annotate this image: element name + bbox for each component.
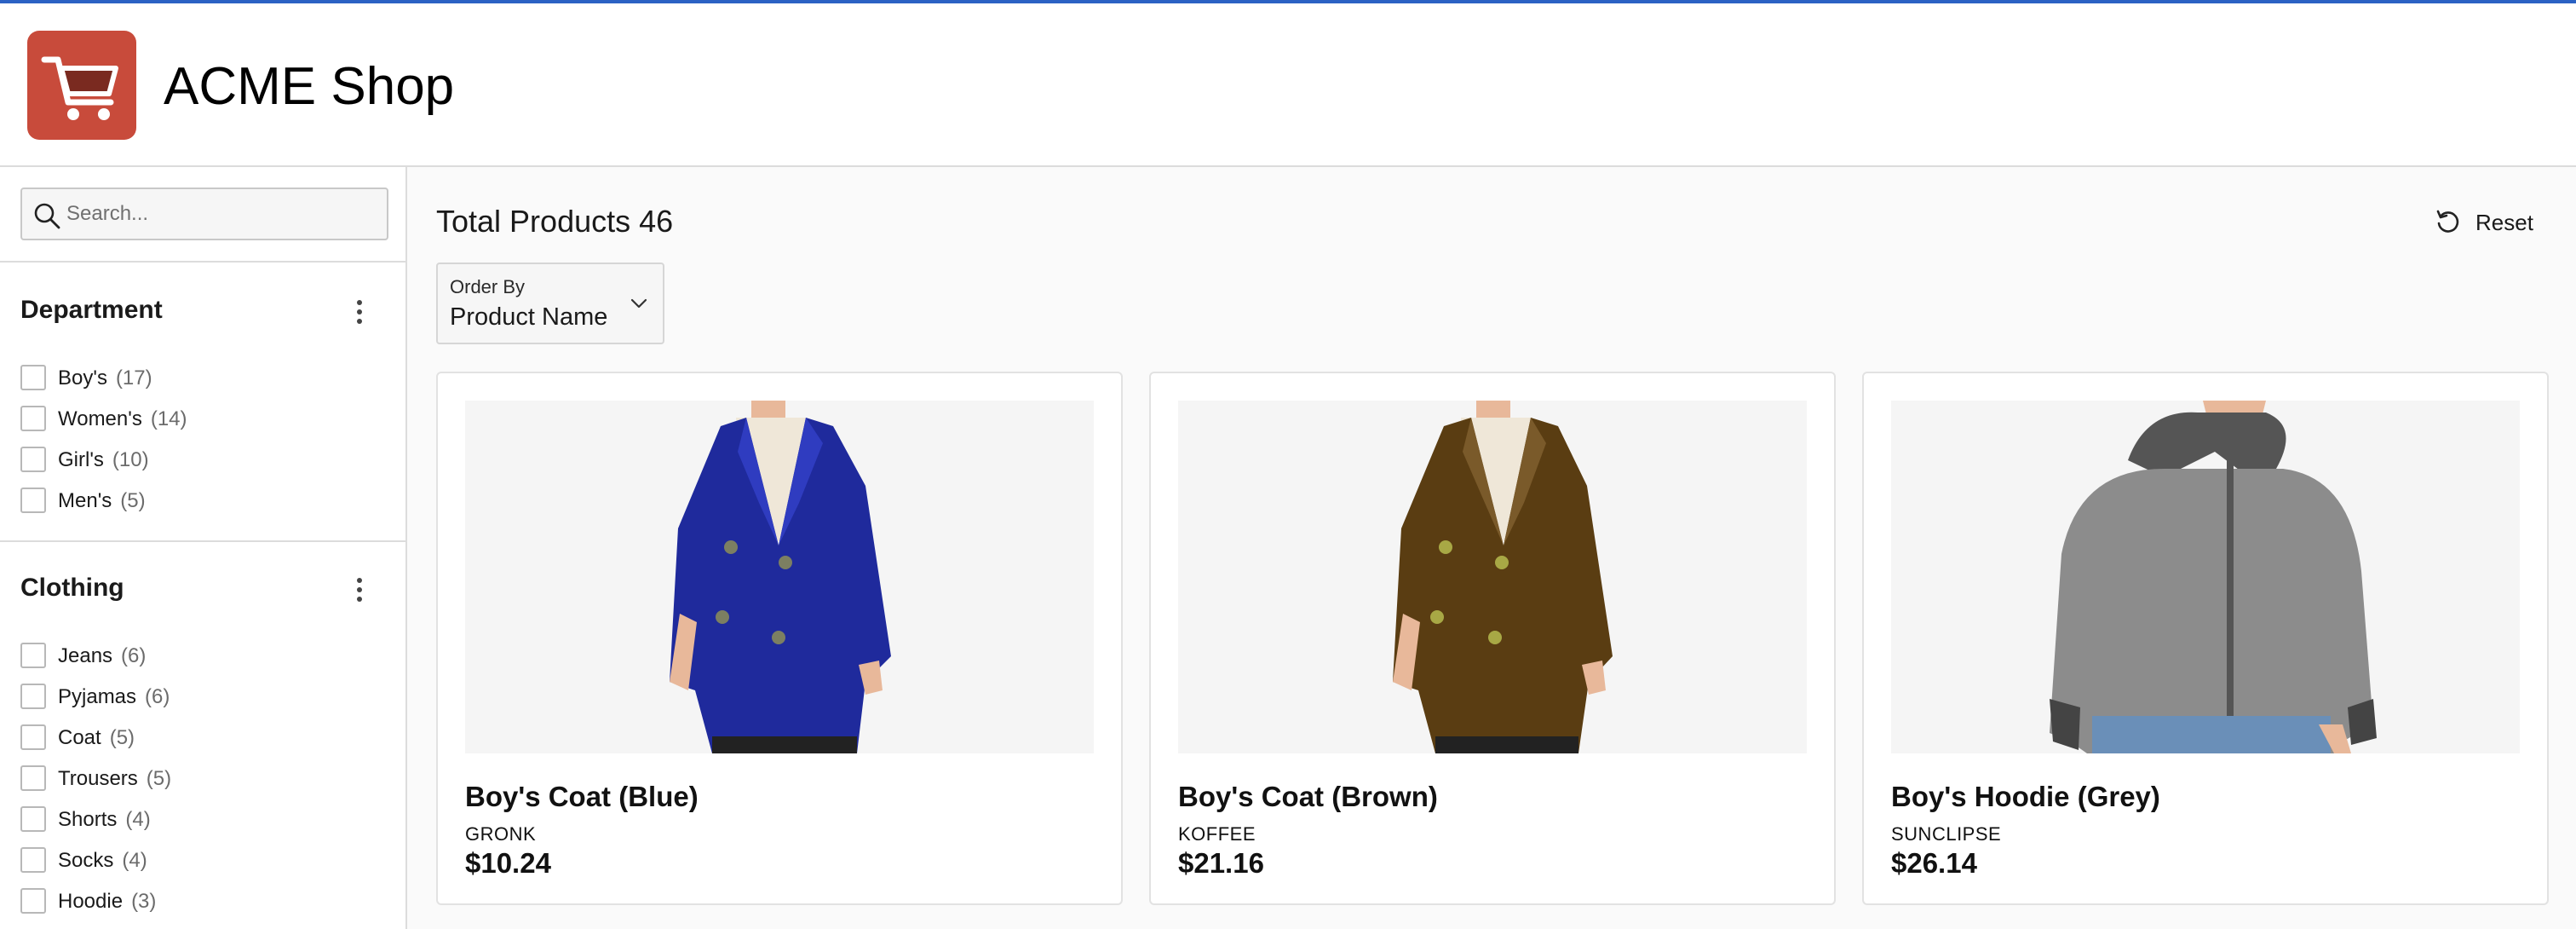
reset-label: Reset [2475,210,2533,235]
facet-option-count: (5) [120,489,146,512]
product-card[interactable]: Boy's Coat (Blue) GRONK $10.24 [436,372,1123,905]
facet-option-label: Trousers [58,767,138,790]
facet-option-count: (5) [109,726,135,749]
app-logo[interactable] [27,31,136,140]
checkbox[interactable] [20,406,46,431]
order-by-select[interactable]: Order By Product Name [436,263,664,344]
shopping-cart-icon [41,56,118,120]
clothing-menu-icon[interactable] [344,573,375,607]
facet-option-label: Coat [58,726,101,749]
reset-icon [2436,210,2459,233]
chevron-down-icon [630,298,647,309]
checkbox[interactable] [20,488,46,513]
app-header: ACME Shop [0,3,2576,167]
product-card[interactable]: Boy's Hoodie (Grey) SUNCLIPSE $26.14 [1862,372,2549,905]
total-products-heading: Total Products 46 [436,204,674,239]
checkbox[interactable] [20,447,46,472]
facet-option-label: Boy's [58,366,107,389]
facet-option-count: (4) [125,808,151,831]
search-input[interactable] [66,196,373,232]
facet-option-label: Shorts [58,808,118,831]
product-price: $21.16 [1178,847,1264,879]
product-name[interactable]: Boy's Coat (Blue) [465,781,699,813]
facet-option-label: Girl's [58,448,104,471]
facet-option-label: Men's [58,489,112,512]
product-card[interactable]: Boy's Coat (Brown) KOFFEE $21.16 [1149,372,1836,905]
product-brand: SUNCLIPSE [1891,823,2002,845]
reset-button[interactable]: Reset [2435,205,2545,239]
facet-option-label: Hoodie [58,890,124,913]
product-price: $10.24 [465,847,551,879]
blue-coat-image[interactable] [465,401,1094,753]
filter-sidebar: Department Boy's (17) Women's (14) Girl's (… [0,167,407,929]
brown-coat-image[interactable] [1178,401,1807,753]
app-title: ACME Shop [164,57,455,116]
search-icon [34,203,60,229]
department-menu-icon[interactable] [344,295,375,329]
checkbox[interactable] [20,888,46,914]
grey-hoodie-image[interactable] [1891,401,2520,753]
facet-option-count: (17) [115,366,152,389]
product-results: Total Products 46 Reset Order By Product… [407,167,2576,929]
product-price: $26.14 [1891,847,1977,879]
facet-option-count: (6) [121,644,147,667]
order-by-label: Order By [450,276,526,297]
facet-option-count: (6) [145,685,170,708]
product-brand: GRONK [465,823,537,845]
facet-option-label: Jeans [58,644,113,667]
product-brand: KOFFEE [1178,823,1256,845]
facet-option-count: (3) [131,890,157,913]
checkbox[interactable] [20,684,46,709]
checkbox[interactable] [20,765,46,791]
facet-option-count: (14) [150,407,187,430]
facet-option-count: (10) [112,448,149,471]
product-name[interactable]: Boy's Hoodie (Grey) [1891,781,2160,813]
facet-option-count: (4) [122,849,147,872]
checkbox[interactable] [20,806,46,832]
facet-option-label: Pyjamas [58,685,137,708]
facet-title-department: Department [20,296,163,324]
divider [0,540,405,542]
order-by-value: Product Name [450,303,608,331]
search-box[interactable] [20,188,388,240]
divider [0,261,405,263]
checkbox[interactable] [20,724,46,750]
facet-option-label: Women's [58,407,142,430]
facet-title-clothing: Clothing [20,574,124,602]
checkbox[interactable] [20,365,46,390]
checkbox[interactable] [20,643,46,668]
facet-option-label: Socks [58,849,114,872]
checkbox[interactable] [20,847,46,873]
facet-option-count: (5) [146,767,172,790]
product-name[interactable]: Boy's Coat (Brown) [1178,781,1438,813]
